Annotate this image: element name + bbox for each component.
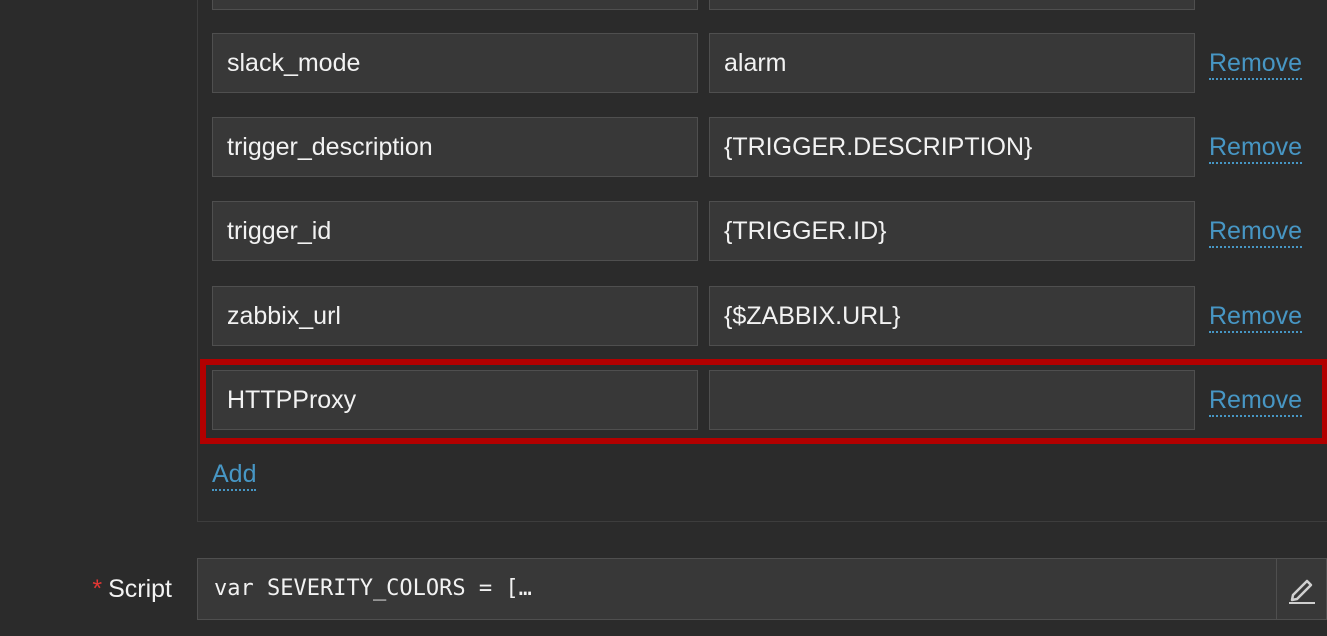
- parameter-name-input[interactable]: trigger_description: [212, 117, 698, 177]
- script-preview-text[interactable]: var SEVERITY_COLORS = […: [214, 559, 532, 619]
- remove-parameter-link[interactable]: Remove: [1209, 216, 1303, 248]
- script-label-text: Script: [108, 575, 172, 603]
- script-field[interactable]: var SEVERITY_COLORS = […: [197, 558, 1327, 620]
- required-asterisk: *: [92, 575, 103, 603]
- parameter-name-input[interactable]: trigger_id: [212, 201, 698, 261]
- parameter-value-input[interactable]: [709, 0, 1195, 10]
- pencil-icon: [1289, 579, 1315, 604]
- parameter-value-input[interactable]: alarm: [709, 33, 1195, 93]
- parameter-value-input[interactable]: {TRIGGER.ID}: [709, 201, 1195, 261]
- parameter-value-input[interactable]: {$ZABBIX.URL}: [709, 286, 1195, 346]
- highlight-annotation-box: [200, 359, 1327, 444]
- script-label: * Script: [0, 574, 172, 604]
- remove-parameter-link[interactable]: Remove: [1209, 301, 1303, 333]
- parameter-name-input[interactable]: zabbix_url: [212, 286, 698, 346]
- add-parameter-link[interactable]: Add: [212, 459, 257, 491]
- parameter-name-input[interactable]: slack_mode: [212, 33, 698, 93]
- edit-script-button[interactable]: [1276, 559, 1326, 619]
- parameter-name-input[interactable]: [212, 0, 698, 10]
- remove-parameter-link[interactable]: Remove: [1209, 48, 1303, 80]
- remove-parameter-link[interactable]: Remove: [1209, 132, 1303, 164]
- parameter-value-input[interactable]: {TRIGGER.DESCRIPTION}: [709, 117, 1195, 177]
